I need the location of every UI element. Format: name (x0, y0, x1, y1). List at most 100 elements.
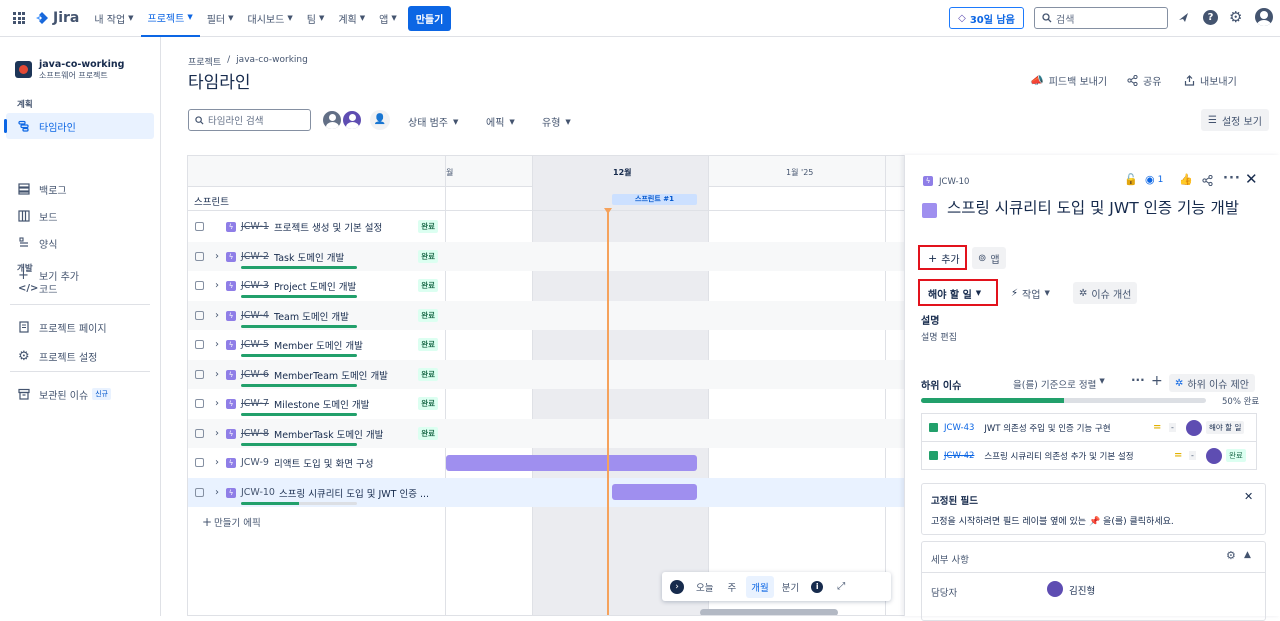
create-button[interactable]: 만들기 (407, 5, 452, 31)
chevron-right-icon[interactable]: › (215, 339, 219, 350)
child-key[interactable]: JCW-42 (944, 451, 974, 461)
epic-key[interactable]: JCW-2 (241, 251, 269, 262)
share-button[interactable]: 공유 (1127, 73, 1161, 88)
nav-plans[interactable]: 계획 ▼ (331, 0, 372, 37)
row-checkbox[interactable] (195, 252, 204, 261)
more-actions-icon[interactable]: ··· (1223, 171, 1241, 186)
epic-key[interactable]: JCW-3 (241, 280, 269, 291)
thumbs-up-icon[interactable]: 👍 (1179, 173, 1193, 186)
breadcrumb-projects[interactable]: 프로젝트 (188, 55, 221, 68)
epic-row[interactable]: ϟ JCW-1 프로젝트 생성 및 기본 설정 완료 (188, 212, 446, 241)
chevron-right-icon[interactable]: › (215, 398, 219, 409)
trial-button[interactable]: ◇ 30일 남음 (949, 7, 1024, 29)
sidebar-item-project-page[interactable]: 프로젝트 페이지 (18, 317, 107, 337)
add-people-icon[interactable]: 👤 (370, 110, 390, 130)
epic-row[interactable]: › ϟ JCW-6 MemberTeam 도메인 개발 완료 (188, 360, 446, 389)
filter-type[interactable]: 유형 ▼ (542, 114, 571, 130)
epic-key[interactable]: JCW-6 (241, 369, 269, 380)
member-avatar-1[interactable] (321, 109, 343, 131)
assignee-name[interactable]: 김진형 (1069, 583, 1095, 597)
row-checkbox[interactable] (195, 281, 204, 290)
global-search-input[interactable]: 검색 (1034, 7, 1168, 29)
epic-key[interactable]: JCW-4 (241, 310, 269, 321)
chevron-right-icon[interactable]: › (215, 369, 219, 380)
share-icon[interactable] (1202, 175, 1213, 186)
info-icon[interactable]: i (811, 580, 824, 593)
epic-key[interactable]: JCW-5 (241, 339, 269, 350)
chevron-right-icon[interactable]: › (215, 251, 219, 262)
feedback-button[interactable]: 📣 피드백 보내기 (1030, 73, 1107, 88)
epic-row[interactable]: › ϟ JCW-4 Team 도메인 개발 완료 (188, 301, 446, 330)
row-checkbox[interactable] (195, 222, 204, 231)
sidebar-item-code[interactable]: </> 코드 (18, 278, 57, 298)
lock-icon[interactable]: 🔓 (1124, 173, 1138, 186)
child-avatar[interactable] (1186, 420, 1202, 436)
row-checkbox[interactable] (195, 458, 204, 467)
issue-color-swatch[interactable] (922, 203, 937, 218)
add-child-icon[interactable]: + (1151, 373, 1163, 389)
sidebar-item-board-row[interactable]: 보드 (18, 206, 57, 226)
filter-status-category[interactable]: 상태 범주 ▼ (408, 114, 458, 130)
chevron-right-icon[interactable]: › (215, 457, 219, 468)
epic-row[interactable]: › ϟ JCW-8 MemberTask 도메인 개발 완료 (188, 419, 446, 448)
settings-gear-icon[interactable]: ⚙ (1229, 8, 1242, 26)
epic-key[interactable]: JCW-10 (241, 487, 275, 498)
description-edit[interactable]: 설명 편집 (921, 330, 957, 343)
watch-button[interactable]: ◉ 1 (1145, 173, 1163, 186)
gear-icon[interactable]: ⚙ (1226, 549, 1236, 562)
timeline-search-input[interactable]: 타임라인 검색 (188, 109, 311, 131)
child-issue-row[interactable]: JCW-43 JWT 의존성 주입 및 인증 기능 구현 = - 해야 할 일 (921, 413, 1257, 442)
nav-filters[interactable]: 필터 ▼ (200, 0, 241, 37)
profile-avatar[interactable] (1255, 8, 1273, 26)
sidebar-item-project-settings[interactable]: ⚙ 프로젝트 설정 (18, 346, 97, 366)
project-name[interactable]: java-co-working (39, 59, 124, 70)
more-icon[interactable]: ··· (1131, 373, 1145, 387)
child-issue-row[interactable]: JCW-42 스프링 시큐리티 의존성 추가 및 기본 설정 = - 완료 (921, 441, 1257, 470)
epic-bar-jcw-10[interactable] (612, 484, 697, 500)
zoom-today[interactable]: 오늘 (696, 580, 713, 594)
epic-row[interactable]: › ϟ JCW-2 Task 도메인 개발 완료 (188, 242, 446, 271)
row-checkbox[interactable] (195, 340, 204, 349)
epic-row[interactable]: › ϟ JCW-3 Project 도메인 개발 완료 (188, 271, 446, 300)
sidebar-item-backlog[interactable]: 백로그 (18, 179, 67, 199)
horizontal-scrollbar[interactable] (700, 609, 838, 615)
sprint-chip[interactable]: 스프린트 #1 (612, 194, 697, 205)
export-button[interactable]: 내보내기 (1184, 73, 1237, 88)
child-sort-dropdown[interactable]: 을(를) 기준으로 정렬 ▼ (1013, 377, 1105, 391)
app-switcher-icon[interactable] (13, 12, 25, 24)
row-checkbox[interactable] (195, 370, 204, 379)
row-checkbox[interactable] (195, 311, 204, 320)
nav-teams[interactable]: 팀 ▼ (300, 0, 332, 37)
epic-row[interactable]: › ϟ JCW-5 Member 도메인 개발 완료 (188, 330, 446, 359)
row-checkbox[interactable] (195, 429, 204, 438)
chevron-right-icon[interactable]: › (215, 428, 219, 439)
notifications-icon[interactable] (1177, 11, 1190, 24)
epic-row[interactable]: › ϟ JCW-7 Milestone 도메인 개발 완료 (188, 389, 446, 418)
close-icon[interactable]: ✕ (1244, 490, 1253, 503)
improve-issue-button[interactable]: ✲ 이슈 개선 (1073, 282, 1138, 304)
zoom-month[interactable]: 개월 (746, 575, 774, 598)
chevron-right-icon[interactable]: › (215, 280, 219, 291)
assignee-avatar[interactable] (1047, 581, 1063, 597)
epic-bar-jcw-9[interactable] (446, 455, 697, 471)
sidebar-item-forms[interactable]: 양식 (18, 233, 57, 253)
epic-row-selected[interactable]: › ϟ JCW-10 스프링 시큐리티 도입 및 JWT 인증 ... (188, 478, 446, 507)
fullscreen-icon[interactable]: ⤢ (837, 581, 845, 592)
issue-title[interactable]: 스프링 시큐리티 도입 및 JWT 인증 기능 개발 (947, 199, 1247, 217)
create-epic-button[interactable]: + 만들기 에픽 (188, 507, 446, 536)
jira-logo[interactable]: Jira (35, 10, 79, 26)
issue-key[interactable]: JCW-10 (939, 177, 969, 187)
epic-key[interactable]: JCW-1 (241, 221, 269, 232)
epic-row[interactable]: › ϟ JCW-9 리액트 도입 및 화면 구성 (188, 448, 446, 477)
epic-key[interactable]: JCW-7 (241, 398, 269, 409)
breadcrumb-project[interactable]: java-co-working (236, 55, 308, 68)
epic-key[interactable]: JCW-9 (241, 457, 269, 468)
close-icon[interactable]: ✕ (1245, 170, 1258, 188)
nav-apps[interactable]: 앱 ▼ (372, 0, 404, 37)
sidebar-item-timeline[interactable]: 타임라인 (4, 113, 154, 139)
filter-epic[interactable]: 에픽 ▼ (486, 114, 515, 130)
nav-dashboards[interactable]: 대시보드 ▼ (241, 0, 300, 37)
member-avatar-2[interactable] (341, 109, 363, 131)
sidebar-item-archived[interactable]: 보관된 이슈 신규 (18, 384, 112, 404)
row-checkbox[interactable] (195, 488, 204, 497)
